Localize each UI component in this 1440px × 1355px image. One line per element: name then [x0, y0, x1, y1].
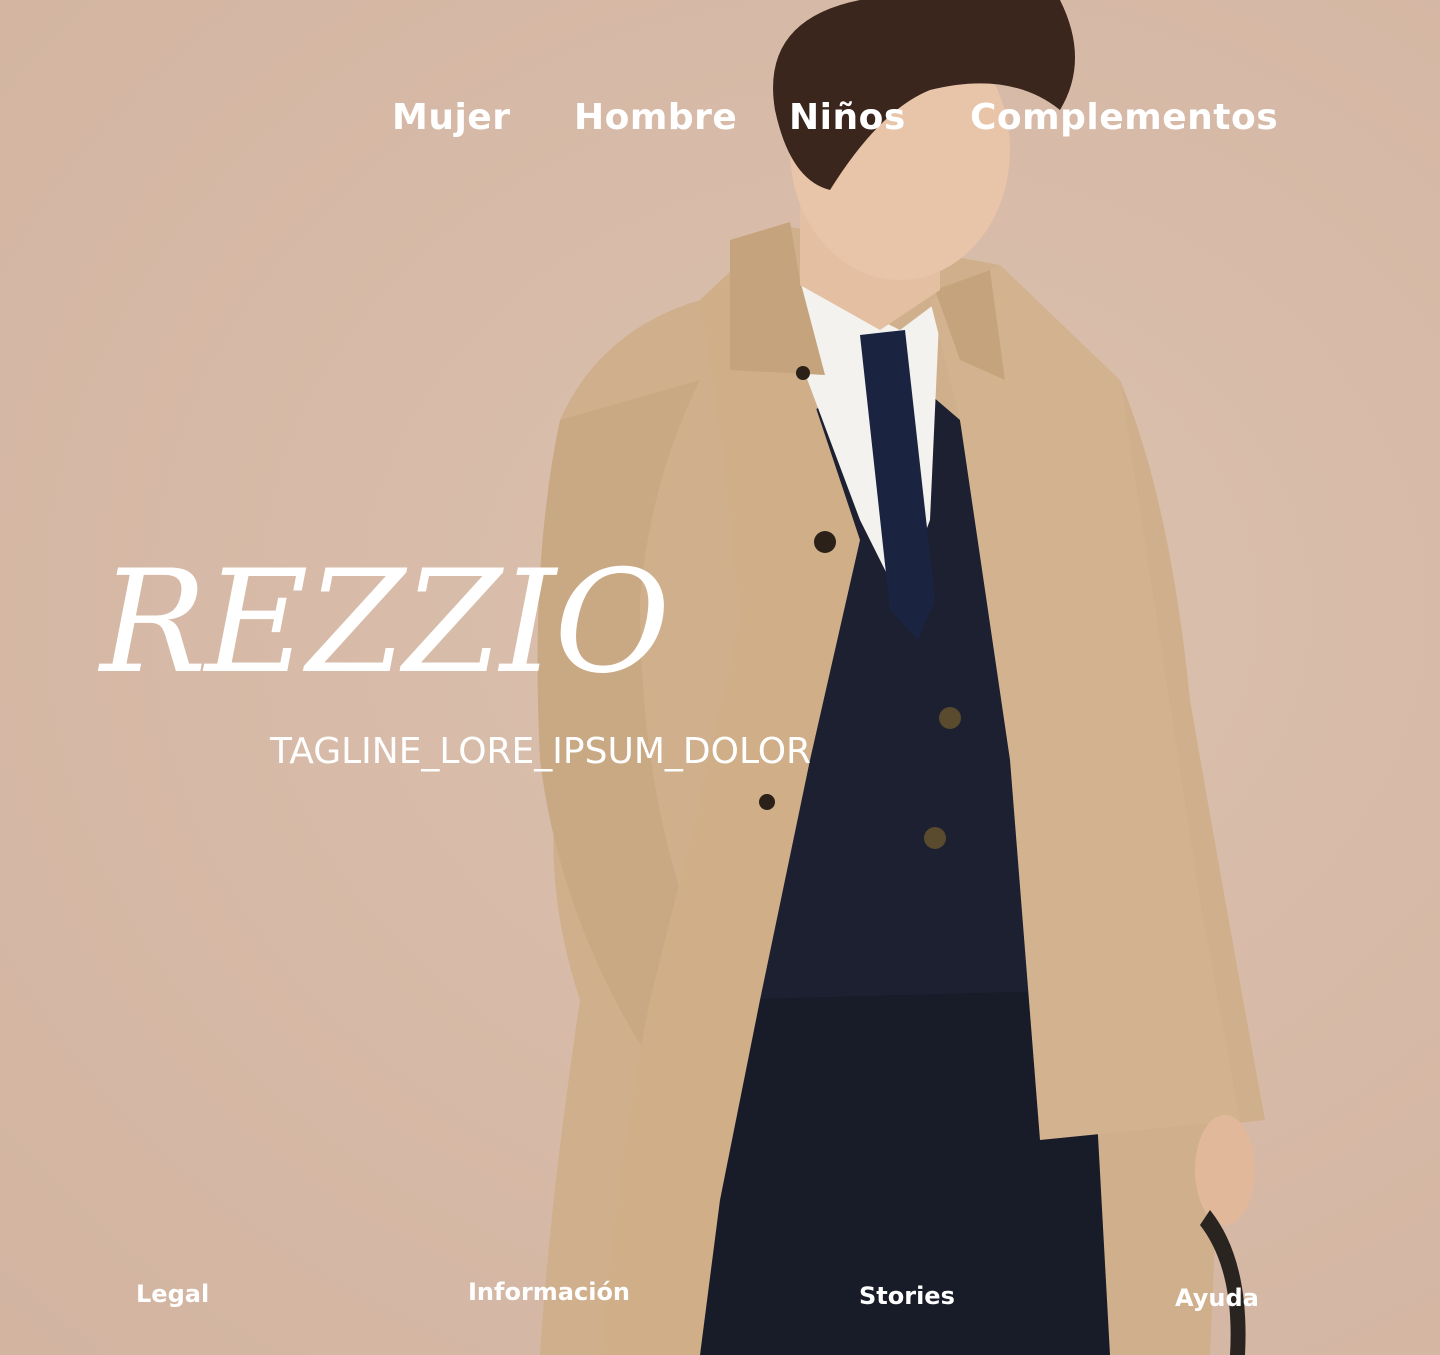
- footer-link-ayuda[interactable]: Ayuda: [1175, 1282, 1259, 1314]
- nav-link-hombre[interactable]: Hombre: [574, 92, 737, 144]
- main-nav: Mujer Hombre Niños Complementos: [0, 92, 1440, 144]
- footer: Legal Información Stories Ayuda: [0, 1270, 1440, 1330]
- tagline: TAGLINE_LORE_IPSUM_DOLOR: [270, 731, 812, 772]
- nav-link-ninos[interactable]: Niños: [789, 92, 906, 144]
- nav-link-mujer[interactable]: Mujer: [392, 92, 510, 144]
- footer-link-stories[interactable]: Stories: [859, 1280, 955, 1312]
- footer-link-legal[interactable]: Legal: [136, 1278, 209, 1310]
- nav-link-complementos[interactable]: Complementos: [970, 92, 1278, 144]
- hero-section: Mujer Hombre Niños Complementos REZZIO T…: [0, 0, 1440, 1355]
- brand-logo: REZZIO: [100, 540, 670, 705]
- footer-link-informacion[interactable]: Información: [468, 1276, 630, 1308]
